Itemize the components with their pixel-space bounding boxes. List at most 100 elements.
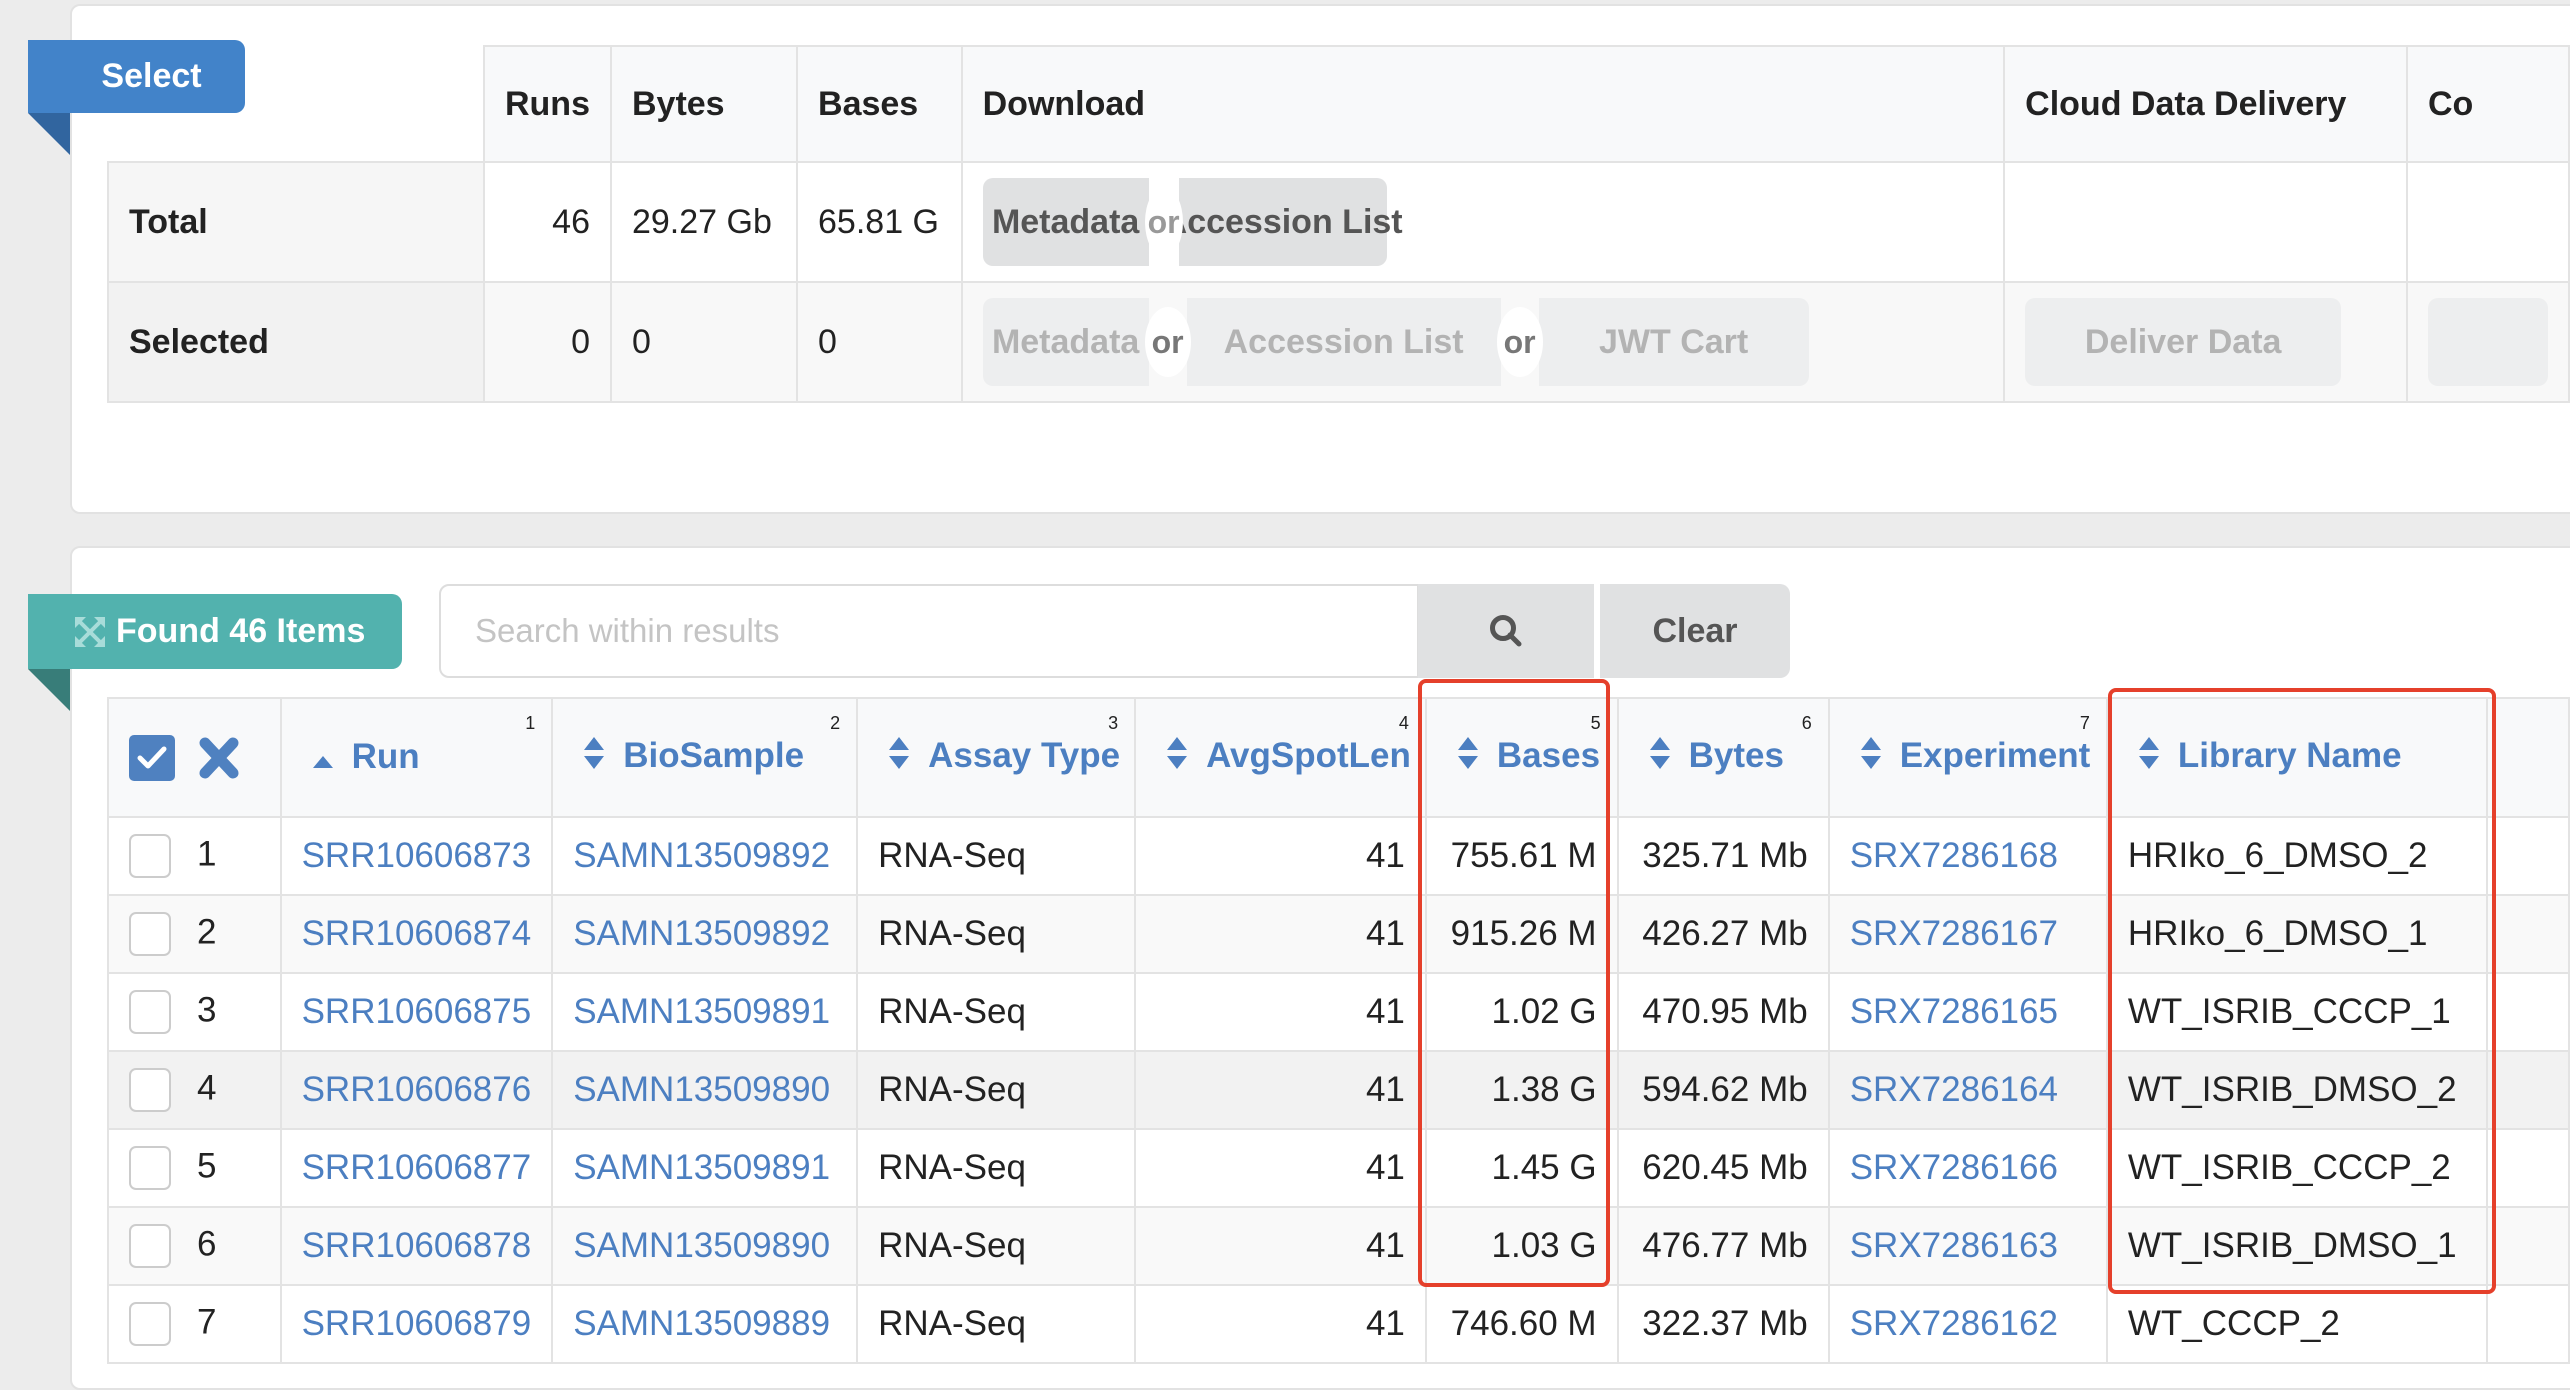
column-header-avgspotlen[interactable]: AvgSpotLen 4 <box>1134 697 1427 818</box>
row-checkbox[interactable] <box>129 912 171 956</box>
column-header-label: Run <box>351 736 420 776</box>
search-icon <box>1490 615 1522 647</box>
assay-type-cell: RNA-Seq <box>856 894 1137 974</box>
selected-jwt-cart-button[interactable]: JWT Cart <box>1538 298 1809 386</box>
clear-selection-icon[interactable] <box>197 735 241 781</box>
summary-row-total: Total 46 29.27 Gb 65.81 G Metadata or Ac… <box>107 161 2570 283</box>
biosample-link[interactable]: SAMN13509892 <box>551 894 859 974</box>
overflow-cell <box>2486 1206 2570 1286</box>
search-input[interactable] <box>439 584 1419 678</box>
total-runs: 46 <box>482 161 612 283</box>
selected-runs: 0 <box>482 281 612 403</box>
summary-col-cloud-delivery: Cloud Data Delivery <box>2003 45 2408 163</box>
row-select-cell: 6 <box>107 1206 282 1286</box>
assay-type-cell: RNA-Seq <box>856 972 1137 1052</box>
expand-arrows-icon <box>75 616 105 647</box>
library-name-cell: WT_ISRIB_CCCP_2 <box>2105 1128 2489 1208</box>
sort-order-number: 2 <box>830 713 841 733</box>
table-row: 4 SRR10606876 SAMN13509890 RNA-Seq 41 1.38 G5… <box>107 1050 2570 1130</box>
experiment-link[interactable]: SRX7286165 <box>1827 972 2108 1052</box>
library-name-cell: WT_ISRIB_DMSO_2 <box>2105 1050 2489 1130</box>
summary-col-co: Co <box>2405 45 2570 163</box>
sort-ascending-icon <box>312 738 336 778</box>
or-divider: or <box>1144 187 1183 257</box>
select-controls-header <box>107 697 282 818</box>
row-select-cell: 5 <box>107 1128 282 1208</box>
column-header-run[interactable]: Run 1 <box>279 697 554 818</box>
row-checkbox[interactable] <box>129 834 171 878</box>
deliver-data-button[interactable]: Deliver Data <box>2025 298 2342 386</box>
or-divider: or <box>1144 307 1191 377</box>
selected-accession-list-button[interactable]: Accession List <box>1186 298 1501 386</box>
run-link[interactable]: SRR10606873 <box>279 816 554 896</box>
column-header-experiment[interactable]: Experiment 7 <box>1827 697 2108 818</box>
sort-icon <box>1166 736 1190 779</box>
row-label: Selected <box>107 281 485 403</box>
biosample-link[interactable]: SAMN13509892 <box>551 816 859 896</box>
run-link[interactable]: SRR10606874 <box>279 894 554 974</box>
experiment-link[interactable]: SRX7286163 <box>1827 1206 2108 1286</box>
biosample-link[interactable]: SAMN13509890 <box>551 1050 859 1130</box>
bytes-cell: 594.62 Mb <box>1616 1050 1830 1130</box>
sort-icon <box>1860 736 1884 779</box>
run-link[interactable]: SRR10606879 <box>279 1284 554 1364</box>
row-checkbox[interactable] <box>129 1224 171 1268</box>
library-name-cell: WT_ISRIB_CCCP_1 <box>2105 972 2489 1052</box>
library-name-cell: HRIko_6_DMSO_1 <box>2105 894 2489 974</box>
bases-cell: 1.45 G <box>1424 1128 1619 1208</box>
avgspotlen-cell: 41 <box>1134 894 1427 974</box>
experiment-link[interactable]: SRX7286166 <box>1827 1128 2108 1208</box>
bases-cell: 755.61 M <box>1424 816 1619 896</box>
select-all-checkbox[interactable] <box>129 734 175 781</box>
experiment-link[interactable]: SRX7286164 <box>1827 1050 2108 1130</box>
total-metadata-button[interactable]: Metadata <box>982 178 1149 266</box>
overflow-cell <box>2486 894 2570 974</box>
column-header-library-name[interactable]: Library Name <box>2105 697 2489 818</box>
run-link[interactable]: SRR10606875 <box>279 972 554 1052</box>
biosample-link[interactable]: SAMN13509891 <box>551 1128 859 1208</box>
overflow-cell <box>2486 1128 2570 1208</box>
column-header-label: Assay Type <box>928 735 1121 775</box>
row-checkbox[interactable] <box>129 1302 171 1346</box>
search-button[interactable] <box>1418 584 1594 678</box>
clear-button[interactable]: Clear <box>1600 584 1790 678</box>
experiment-link[interactable]: SRX7286167 <box>1827 894 2108 974</box>
bases-cell: 1.02 G <box>1424 972 1619 1052</box>
sort-order-number: 1 <box>525 713 536 733</box>
selected-bases: 0 <box>796 281 963 403</box>
biosample-link[interactable]: SAMN13509890 <box>551 1206 859 1286</box>
column-header-assay-type[interactable]: Assay Type 3 <box>856 697 1137 818</box>
row-checkbox[interactable] <box>129 990 171 1034</box>
column-header-bytes[interactable]: Bytes 6 <box>1616 697 1830 818</box>
row-number: 6 <box>197 1224 217 1264</box>
results-header-row: Run 1 BioSample 2 Assay Type 3 AvgSpotLe… <box>107 697 2570 818</box>
biosample-link[interactable]: SAMN13509891 <box>551 972 859 1052</box>
co-button[interactable] <box>2427 298 2548 386</box>
experiment-link[interactable]: SRX7286168 <box>1827 816 2108 896</box>
run-link[interactable]: SRR10606878 <box>279 1206 554 1286</box>
column-header-biosample[interactable]: BioSample 2 <box>551 697 859 818</box>
bases-cell: 746.60 M <box>1424 1284 1619 1364</box>
summary-col-runs: Runs <box>482 45 612 163</box>
column-header-bases[interactable]: Bases 5 <box>1424 697 1619 818</box>
library-name-cell: HRIko_6_DMSO_2 <box>2105 816 2489 896</box>
row-checkbox[interactable] <box>129 1146 171 1190</box>
total-download-group: Metadata or Accession List <box>982 178 1984 266</box>
or-divider: or <box>1496 307 1543 377</box>
row-select-cell: 1 <box>107 816 282 896</box>
run-link[interactable]: SRR10606876 <box>279 1050 554 1130</box>
summary-table: Runs Bytes Bases Download Cloud Data Del… <box>107 45 2570 403</box>
experiment-link[interactable]: SRX7286162 <box>1827 1284 2108 1364</box>
biosample-link[interactable]: SAMN13509889 <box>551 1284 859 1364</box>
run-link[interactable]: SRR10606877 <box>279 1128 554 1208</box>
total-accession-list-button[interactable]: Accession List <box>1163 178 1403 266</box>
column-header-label: Bytes <box>1688 735 1784 775</box>
ribbon-fold <box>28 669 70 711</box>
selected-metadata-button[interactable]: Metadata <box>982 298 1149 386</box>
row-number: 1 <box>197 834 217 874</box>
table-row: 7 SRR10606879 SAMN13509889 RNA-Seq 41 746.60 … <box>107 1284 2570 1364</box>
found-items-tab[interactable]: Found 46 Items <box>28 594 402 711</box>
sort-order-number: 5 <box>1590 713 1601 733</box>
row-checkbox[interactable] <box>129 1068 171 1112</box>
row-select-cell: 7 <box>107 1284 282 1364</box>
